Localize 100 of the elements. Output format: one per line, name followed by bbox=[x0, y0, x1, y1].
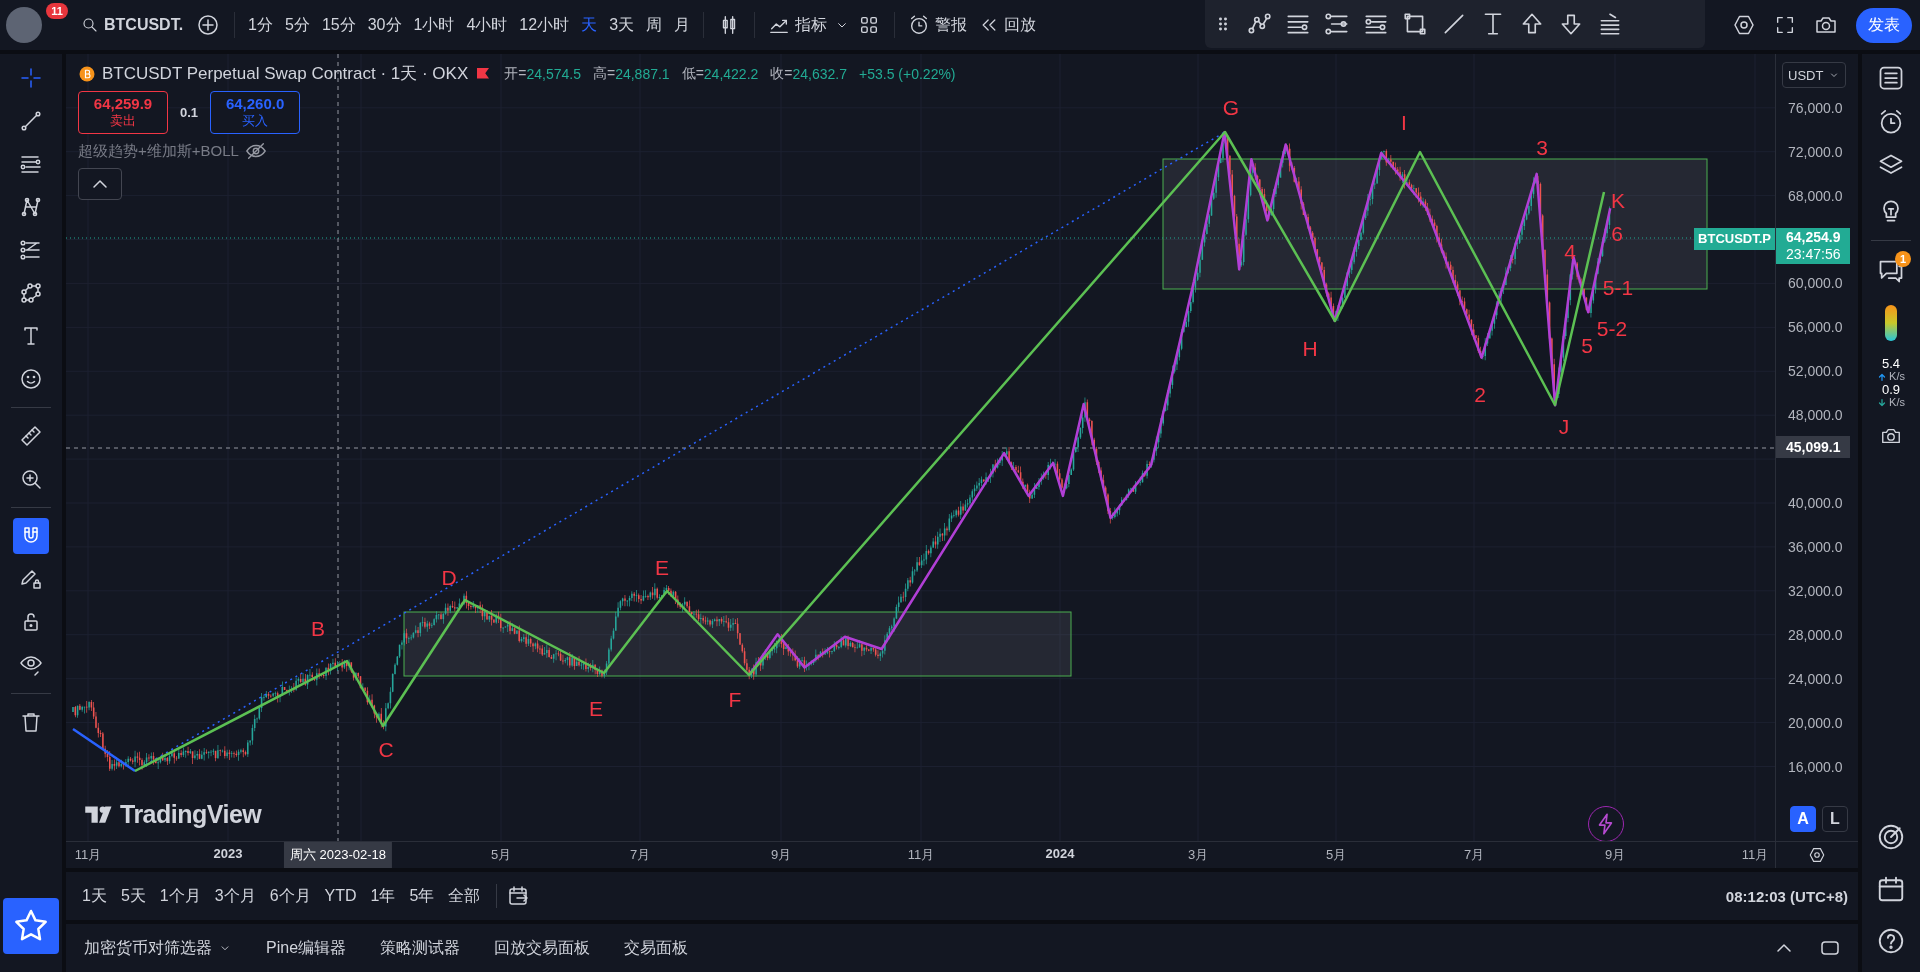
currency-dropdown[interactable]: USDT bbox=[1782, 62, 1846, 88]
wave-label[interactable]: K bbox=[1611, 189, 1625, 212]
wave-label[interactable]: E bbox=[655, 556, 669, 579]
range-button[interactable]: 1天 bbox=[76, 881, 113, 911]
settings-icon[interactable] bbox=[1732, 13, 1756, 37]
ohlc-label: 收= bbox=[770, 64, 793, 83]
wave-label[interactable]: 5 bbox=[1581, 334, 1593, 357]
time-tick: 11月 bbox=[907, 846, 935, 864]
notification-badge: 11 bbox=[46, 3, 68, 19]
wave-label[interactable]: D bbox=[441, 566, 457, 589]
symbol-search[interactable]: BTCUSDT. bbox=[76, 10, 189, 40]
wave-label[interactable]: F bbox=[728, 688, 742, 711]
scale-button[interactable]: L bbox=[1822, 806, 1848, 832]
time-tick: 11月 bbox=[74, 846, 102, 864]
panel-tab[interactable]: 加密货币对筛选器 bbox=[74, 933, 242, 963]
range-button[interactable]: 5年 bbox=[403, 881, 441, 911]
range-button[interactable]: 6个月 bbox=[263, 881, 317, 911]
chat-badge: 1 bbox=[1894, 251, 1911, 267]
time-tick: 2024 bbox=[1045, 846, 1075, 861]
calendar-icon[interactable] bbox=[1876, 874, 1906, 904]
range-button[interactable]: 1年 bbox=[364, 881, 402, 911]
time-tick: 2023 bbox=[213, 846, 243, 861]
search-icon bbox=[81, 16, 99, 34]
interval-button[interactable]: 12小时 bbox=[514, 8, 575, 42]
panel-tab[interactable]: 策略测试器 bbox=[370, 933, 471, 963]
range-button[interactable]: 全部 bbox=[442, 881, 487, 911]
sell-button[interactable]: 64,259.9 卖出 bbox=[78, 91, 168, 134]
magnet-icon[interactable] bbox=[13, 518, 49, 554]
rectangle-icon[interactable] bbox=[1402, 11, 1428, 37]
time-tick: 5月 bbox=[1325, 846, 1347, 864]
alerts-button[interactable]: 警报 bbox=[903, 8, 973, 42]
interval-button[interactable]: 4小时 bbox=[461, 8, 513, 42]
add-icon[interactable] bbox=[196, 13, 221, 37]
interval-button[interactable]: 15分 bbox=[316, 8, 361, 42]
wave-label[interactable]: 5-1 bbox=[1602, 276, 1634, 299]
interval-button[interactable]: 天 bbox=[576, 8, 603, 42]
interval-button[interactable]: 3天 bbox=[604, 8, 640, 42]
watchlist-icon[interactable] bbox=[1877, 64, 1905, 92]
symbol-price-tag: BTCUSDT.P bbox=[1694, 228, 1775, 250]
hidden-icon[interactable] bbox=[244, 140, 267, 162]
wave-label[interactable]: J bbox=[1558, 415, 1570, 438]
price-tick: 32,000.0 bbox=[1788, 582, 1843, 599]
publish-button[interactable]: 发表 bbox=[1856, 7, 1912, 43]
interval-button[interactable]: 1分 bbox=[243, 8, 278, 42]
replay-button[interactable]: 回放 bbox=[974, 8, 1042, 42]
help-icon[interactable] bbox=[1876, 926, 1906, 956]
wave-label[interactable]: E bbox=[589, 697, 603, 720]
ohlc-value: 24,632.7 bbox=[792, 65, 847, 82]
lightning-icon[interactable] bbox=[1588, 806, 1624, 841]
range-button[interactable]: YTD bbox=[318, 883, 363, 909]
trend-line[interactable] bbox=[72, 727, 136, 773]
wave-label[interactable]: B bbox=[311, 617, 325, 640]
channel-icon[interactable] bbox=[1324, 11, 1350, 37]
wave-label[interactable]: 3 bbox=[1536, 136, 1548, 159]
range-box[interactable] bbox=[403, 611, 1072, 677]
avatar[interactable] bbox=[6, 7, 42, 43]
fullscreen-icon[interactable] bbox=[1774, 14, 1796, 36]
price-tick: 40,000.0 bbox=[1788, 495, 1843, 511]
wave-label[interactable]: C bbox=[378, 738, 394, 761]
interval-button[interactable]: 30分 bbox=[362, 8, 407, 42]
wave-label[interactable]: I bbox=[1401, 111, 1407, 134]
price-change: +53.5 (+0.22%) bbox=[859, 65, 956, 82]
indicators-button[interactable]: 指标 bbox=[763, 8, 833, 42]
time-tick: 7月 bbox=[1463, 846, 1485, 864]
wave-label[interactable]: 2 bbox=[1474, 383, 1486, 406]
wave-label[interactable]: H bbox=[1302, 337, 1318, 360]
price-tick: 28,000.0 bbox=[1788, 626, 1843, 643]
scale-button[interactable]: A bbox=[1790, 806, 1816, 832]
interval-button[interactable]: 月 bbox=[669, 8, 696, 42]
panel-tab[interactable]: 交易面板 bbox=[614, 933, 699, 963]
indicator-name[interactable]: 超级趋势+维加斯+BOLL bbox=[78, 141, 239, 161]
wave-label[interactable]: G bbox=[1222, 96, 1240, 119]
wave-label[interactable]: 5-2 bbox=[1596, 317, 1628, 340]
panel-tab[interactable]: 回放交易面板 bbox=[484, 933, 601, 963]
wave-label[interactable]: 4 bbox=[1564, 240, 1576, 263]
target-icon[interactable] bbox=[1876, 822, 1906, 852]
coin-icon bbox=[78, 64, 96, 83]
interval-button[interactable]: 5分 bbox=[280, 8, 315, 42]
range-button[interactable]: 1个月 bbox=[153, 881, 207, 911]
buy-button[interactable]: 64,260.0 买入 bbox=[210, 91, 301, 134]
ohlc-label: 低= bbox=[681, 64, 704, 83]
clock-time[interactable]: 08:12:03 (UTC+8) bbox=[1725, 887, 1848, 905]
wave-label[interactable]: 6 bbox=[1611, 222, 1623, 245]
time-tick: 9月 bbox=[1604, 846, 1626, 864]
settings-icon[interactable] bbox=[1808, 846, 1826, 864]
range-button[interactable]: 3个月 bbox=[208, 881, 262, 911]
time-tick: 11月 bbox=[1741, 846, 1769, 864]
interval-button[interactable]: 1小时 bbox=[408, 8, 460, 42]
panel-tab[interactable]: Pine编辑器 bbox=[256, 933, 357, 963]
interval-button[interactable]: 周 bbox=[641, 8, 668, 42]
price-tick: 68,000.0 bbox=[1788, 187, 1843, 204]
collapse-button[interactable] bbox=[78, 168, 122, 200]
ohlc-value: 24,422.2 bbox=[703, 65, 759, 82]
price-tick: 24,000.0 bbox=[1788, 670, 1843, 687]
ohlc-value: 24,574.5 bbox=[526, 65, 581, 82]
price-tick: 60,000.0 bbox=[1788, 275, 1843, 292]
range-button[interactable]: 5天 bbox=[114, 881, 152, 911]
ohlc-label: 高= bbox=[592, 64, 616, 83]
speed-unit: K/s bbox=[1889, 370, 1905, 383]
time-tick: 7月 bbox=[629, 846, 651, 864]
